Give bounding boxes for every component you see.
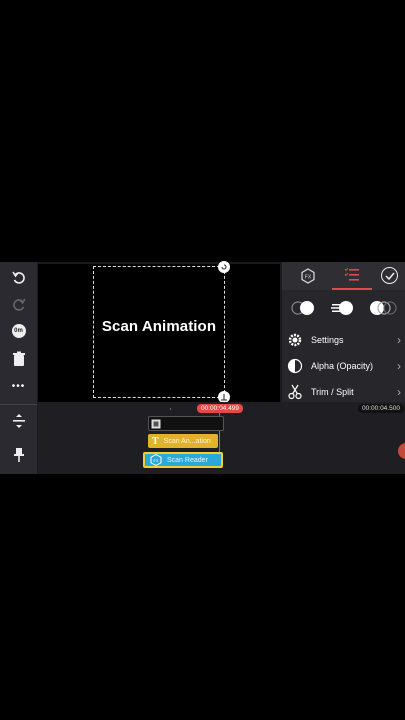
motion-icon (331, 301, 353, 315)
svg-text:FX: FX (153, 458, 158, 463)
fade-out-icon (370, 301, 397, 315)
resize-icon (221, 394, 227, 401)
panel-tabs: FX (282, 262, 405, 290)
settings-label: Settings (311, 335, 344, 345)
clip-fx-layer[interactable]: FX Scan Reader (143, 452, 223, 468)
text-clip-label: Scan An...ation (163, 437, 211, 445)
svg-text:FX: FX (305, 275, 312, 281)
check-icon (384, 272, 395, 280)
fx-tab[interactable]: FX (300, 268, 316, 289)
redo-icon (12, 298, 26, 311)
time-tick (170, 408, 171, 410)
speed-button[interactable]: 0m (3, 318, 34, 344)
overall-animation-button[interactable] (369, 300, 397, 321)
pin-icon (13, 448, 24, 462)
more-button[interactable]: ••• (3, 373, 34, 399)
gear-icon (288, 333, 302, 347)
pin-button[interactable] (3, 442, 34, 468)
rotate-icon (221, 264, 227, 270)
opacity-icon (287, 358, 303, 374)
speed-icon: 0m (11, 324, 26, 338)
toolbar-divider (0, 404, 37, 405)
trim-split-label: Trim / Split (311, 387, 354, 397)
clip-background-layer[interactable] (148, 416, 224, 431)
in-animation-button[interactable] (290, 300, 316, 321)
chevron-right-icon: › (397, 359, 401, 373)
align-icon (12, 414, 25, 428)
text-layer-icon: T (152, 435, 159, 447)
redo-button[interactable] (3, 291, 34, 317)
clip-text-layer[interactable]: T Scan An...ation (148, 434, 218, 448)
undo-button[interactable] (3, 264, 34, 290)
trim-split-row[interactable]: Trim / Split › (287, 380, 401, 404)
layer-icon (151, 419, 161, 428)
delete-button[interactable] (3, 346, 34, 372)
left-toolbar: 0m ••• (0, 262, 37, 474)
trash-icon (12, 351, 25, 366)
fx-clip-label: Scan Reader (167, 456, 208, 464)
chevron-right-icon: › (397, 333, 401, 347)
confirm-button[interactable] (381, 267, 398, 284)
opacity-row[interactable]: Alpha (Opacity) › (287, 354, 401, 378)
end-time: 00:00:04.500 (358, 404, 404, 413)
undo-icon (11, 271, 25, 284)
fade-in-icon (291, 301, 314, 315)
active-tab-indicator (332, 288, 372, 290)
list-tab[interactable] (332, 262, 372, 290)
rotate-handle[interactable] (218, 261, 230, 273)
fx-layer-icon: FX (150, 454, 162, 466)
align-button[interactable] (3, 408, 34, 434)
opacity-label: Alpha (Opacity) (311, 361, 374, 371)
settings-row[interactable]: Settings › (287, 328, 401, 352)
chevron-right-icon: › (397, 385, 401, 399)
canvas-text: Scan Animation (101, 318, 217, 335)
outro-animation-button[interactable] (331, 300, 355, 321)
fx-icon: FX (301, 268, 315, 284)
scissors-icon (288, 384, 302, 400)
list-icon (344, 268, 359, 281)
